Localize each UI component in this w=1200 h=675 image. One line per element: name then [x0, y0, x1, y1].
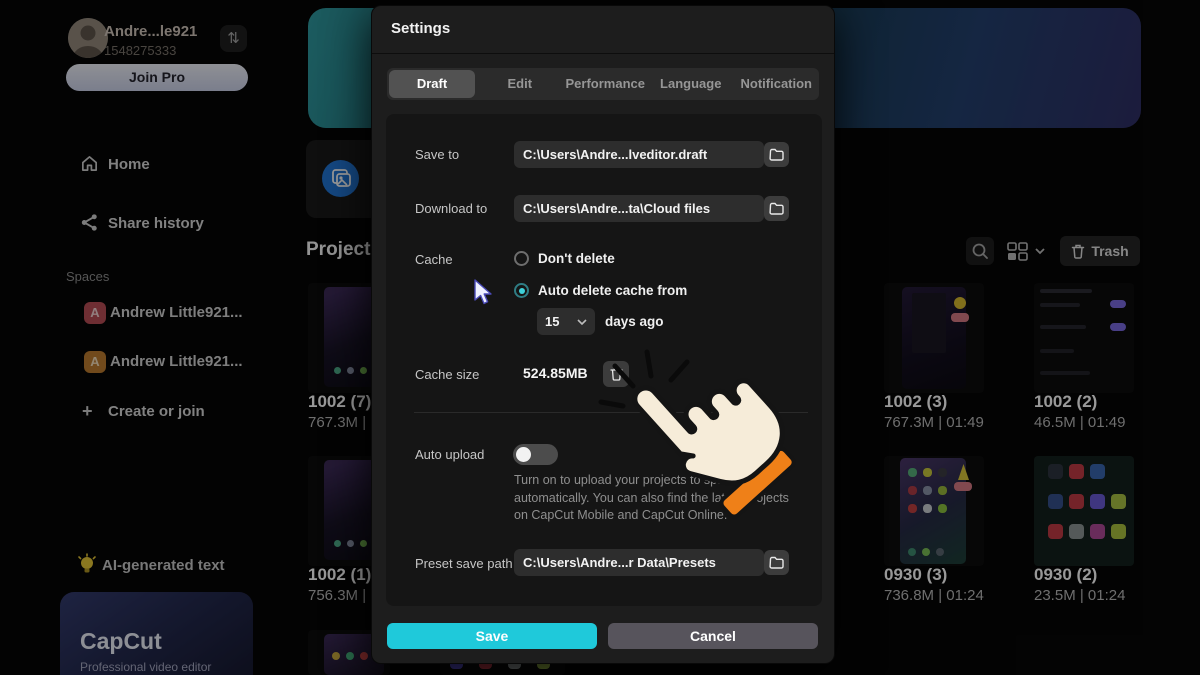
join-pro-button[interactable]: Join Pro: [66, 64, 248, 91]
auto-upload-toggle[interactable]: [513, 444, 558, 465]
project-meta: 767.3M |: [308, 414, 366, 431]
project-title[interactable]: 1002 (7): [308, 392, 371, 412]
search-icon: [966, 237, 994, 265]
download-to-browse-button[interactable]: [764, 196, 789, 221]
clear-cache-button[interactable]: [603, 361, 629, 387]
trash-button-label: Trash: [1091, 243, 1128, 259]
project-thumbnail[interactable]: [1034, 456, 1134, 566]
project-title[interactable]: 0930 (3): [884, 565, 947, 585]
project-thumbnail[interactable]: [1034, 283, 1134, 393]
project-meta: 756.3M |: [308, 587, 366, 604]
sidebar-item-space-1[interactable]: Andrew Little921...: [110, 304, 243, 321]
dialog-title: Settings: [391, 20, 450, 37]
settings-tabbar: Draft Edit Performance Language Notifica…: [387, 68, 819, 100]
project-meta: 23.5M | 01:24: [1034, 587, 1125, 604]
download-to-label: Download to: [415, 201, 487, 216]
settings-dialog: Settings Draft Edit Performance Language…: [371, 5, 835, 664]
plus-icon: +: [82, 401, 93, 422]
project-meta: 46.5M | 01:49: [1034, 414, 1125, 431]
save-button[interactable]: Save: [387, 623, 597, 649]
home-icon: [80, 154, 99, 173]
sidebar-item-share-history-label[interactable]: Share history: [108, 215, 204, 232]
tab-edit[interactable]: Edit: [477, 68, 563, 100]
create-or-join-button[interactable]: Create or join: [108, 403, 205, 420]
auto-upload-description: Turn on to upload your projects to space…: [514, 472, 794, 525]
sidebar-item-home[interactable]: [80, 154, 99, 178]
radio-dont-delete-label[interactable]: Don't delete: [538, 251, 615, 266]
space-badge: A: [84, 302, 106, 324]
tab-notification[interactable]: Notification: [734, 68, 820, 100]
folder-icon: [769, 148, 784, 161]
project-title[interactable]: 1002 (2): [1034, 392, 1097, 412]
project-meta: 736.8M | 01:24: [884, 587, 984, 604]
project-thumbnail[interactable]: [884, 456, 984, 566]
page-title: Projects: [306, 239, 381, 261]
radio-auto-delete-label[interactable]: Auto delete cache from: [538, 283, 687, 298]
capcut-brand-card: CapCut Professional video editor: [60, 592, 253, 675]
preset-save-path-label: Preset save path: [415, 556, 513, 571]
ai-generated-text-label[interactable]: AI-generated text: [102, 557, 225, 574]
divider: [414, 412, 808, 413]
view-mode-button[interactable]: [1006, 241, 1046, 268]
auto-upload-label: Auto upload: [415, 447, 484, 462]
sidebar-item-space-2[interactable]: Andrew Little921...: [110, 353, 243, 370]
preset-save-path-field[interactable]: C:\Users\Andre...r Data\Presets: [514, 549, 764, 576]
days-dropdown[interactable]: 15: [537, 308, 595, 335]
trash-icon: [610, 367, 623, 381]
download-to-path-field[interactable]: C:\Users\Andre...ta\Cloud files: [514, 195, 764, 222]
project-title[interactable]: 0930 (2): [1034, 565, 1097, 585]
spaces-section-label: Spaces: [66, 269, 109, 284]
cache-size-value: 524.85MB: [523, 365, 588, 381]
user-name: Andre...le921: [104, 23, 197, 40]
tab-draft[interactable]: Draft: [389, 70, 475, 98]
person-icon: [68, 18, 108, 58]
gallery-icon: [322, 160, 359, 197]
share-icon: [80, 213, 99, 232]
brand-tagline: Professional video editor: [80, 660, 211, 674]
search-button[interactable]: [966, 237, 994, 265]
tab-language[interactable]: Language: [648, 68, 734, 100]
radio-auto-delete[interactable]: [514, 283, 529, 298]
cache-label: Cache: [415, 252, 453, 267]
sidebar-item-share-history[interactable]: [80, 213, 99, 237]
save-to-label: Save to: [415, 147, 459, 162]
lightbulb-icon: [76, 553, 98, 582]
settings-draft-panel: Save to C:\Users\Andre...lveditor.draft …: [386, 114, 822, 606]
save-to-browse-button[interactable]: [764, 142, 789, 167]
divider: [372, 53, 834, 54]
avatar[interactable]: [68, 18, 108, 58]
switch-accounts-icon[interactable]: ⇅: [220, 25, 247, 52]
tab-performance[interactable]: Performance: [563, 68, 649, 100]
project-title[interactable]: 1002 (3): [884, 392, 947, 412]
folder-icon: [769, 556, 784, 569]
project-title[interactable]: 1002 (1): [308, 565, 371, 585]
user-id: 1548275333: [104, 43, 176, 58]
brand-name: CapCut: [80, 628, 162, 655]
space-badge: A: [84, 351, 106, 373]
cache-size-label: Cache size: [415, 367, 479, 382]
cancel-button[interactable]: Cancel: [608, 623, 818, 649]
trash-button[interactable]: Trash: [1060, 236, 1140, 266]
grid-view-icon: [1008, 243, 1027, 260]
radio-dont-delete[interactable]: [514, 251, 529, 266]
folder-icon: [769, 202, 784, 215]
trash-icon: [1071, 244, 1085, 259]
days-ago-label: days ago: [605, 314, 664, 329]
save-to-path-field[interactable]: C:\Users\Andre...lveditor.draft: [514, 141, 764, 168]
preset-browse-button[interactable]: [764, 550, 789, 575]
capcut-app-window: Andre...le921 1548275333 ⇅ Join Pro Home…: [0, 0, 1200, 675]
project-meta: 767.3M | 01:49: [884, 414, 984, 431]
project-thumbnail[interactable]: [884, 283, 984, 393]
chevron-down-icon: [577, 319, 587, 325]
chevron-down-icon: [1036, 249, 1044, 253]
days-dropdown-value: 15: [545, 314, 559, 329]
sidebar-item-home-label[interactable]: Home: [108, 156, 150, 173]
